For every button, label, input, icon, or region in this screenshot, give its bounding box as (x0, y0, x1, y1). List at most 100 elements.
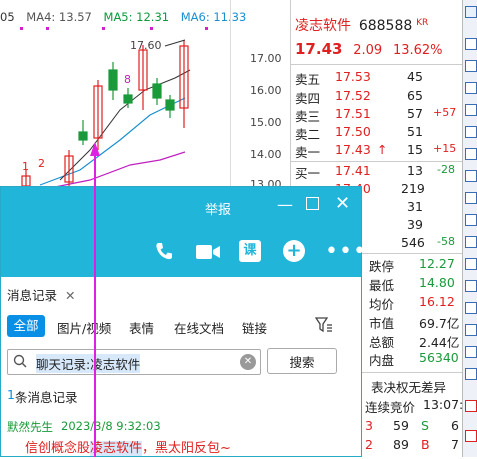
divider (291, 64, 463, 65)
ask-row[interactable]: 卖五 17.53 45 (295, 69, 461, 88)
y-axis-label: 16.00 (250, 84, 282, 97)
ask-volume: 45 (407, 69, 423, 84)
toolbar-icon[interactable] (465, 38, 477, 50)
ask-label: 卖一 (295, 145, 321, 160)
message-pre: 信创概念股 (25, 441, 91, 456)
window-title: 举报 (205, 203, 232, 218)
ask-price: 17.50 (335, 124, 371, 139)
filter-media[interactable]: 图片/视频 (57, 318, 111, 337)
video-icon[interactable] (195, 243, 221, 261)
stat-value: 12.27 (419, 256, 455, 271)
search-bar: 聊天记录:凌志软件 ✕ 搜索 (1, 345, 361, 381)
chat-history-window: 举报 — ✕ 课 + ••• 消息记录 ✕ 全部 图片/视频 表情 在线文档 链… (0, 186, 366, 459)
toolbar-icon[interactable] (465, 214, 477, 226)
candlestick-chart[interactable]: 05 MA4: 13.57 MA5: 12.31 MA6: 11.33 17.6… (0, 0, 290, 191)
ask-price: 17.52 (335, 88, 371, 103)
stat-label: 市值 (369, 316, 395, 331)
right-toolbar (462, 0, 477, 457)
ask-price: 17.51 (335, 106, 371, 121)
price-change: 2.09 (353, 43, 383, 58)
tick-cell: 3 (365, 418, 373, 433)
filter-icon[interactable] (314, 317, 333, 333)
toolbar-icon[interactable] (465, 346, 477, 358)
message-sender: 默然先生 (7, 420, 53, 434)
toolbar-icon[interactable] (465, 258, 477, 270)
bid-row[interactable]: 买一 17.41 13 -28 (295, 163, 461, 182)
toolbar-icon[interactable] (465, 192, 477, 204)
phone-icon[interactable] (153, 240, 175, 262)
filter-all[interactable]: 全部 (7, 315, 45, 337)
ask-row[interactable]: 卖三 17.51 57 +57 (295, 106, 461, 125)
bidding-status: 连续竞价 (365, 400, 416, 415)
ask-row[interactable]: 卖二 17.50 51 (295, 124, 461, 143)
count-label: 8 (124, 73, 131, 86)
y-axis-label: 14.00 (250, 148, 282, 161)
toolbar-icon[interactable] (465, 60, 477, 72)
toolbar-icon[interactable] (465, 368, 477, 380)
ask-label: 卖五 (295, 72, 321, 87)
current-price: 17.43 (295, 40, 343, 58)
tick-cell: 6 (451, 418, 459, 433)
up-arrow-icon: ↑ (377, 142, 388, 157)
divider (291, 161, 463, 162)
toolbar-icon[interactable] (465, 236, 477, 248)
filter-bar: 全部 图片/视频 表情 在线文档 链接 (1, 309, 361, 345)
tick-cell: 59 (393, 418, 409, 433)
records-label: 条消息记录 (15, 390, 78, 405)
filter-docs[interactable]: 在线文档 (174, 318, 224, 337)
toolbar-icon[interactable] (465, 302, 477, 314)
tab-label: 消息记录 (7, 288, 58, 303)
stat-value: 56340 (419, 350, 459, 365)
more-icon[interactable]: ••• (325, 239, 367, 264)
toolbar-icon[interactable] (465, 126, 477, 138)
course-icon[interactable]: 课 (239, 240, 261, 262)
market-badge: KR (416, 18, 429, 28)
ask-volume: 51 (407, 124, 423, 139)
price-pct: 13.62% (392, 43, 443, 58)
toolbar-icon[interactable] (465, 6, 477, 18)
stat-label: 内盘 (369, 353, 395, 368)
ask-price: 17.43 (335, 142, 371, 157)
stat-value: 69.7亿 (419, 316, 460, 331)
toolbar-icon[interactable] (465, 148, 477, 160)
search-icon (13, 354, 27, 368)
toolbar-icon[interactable] (465, 324, 477, 336)
close-button[interactable]: ✕ (335, 193, 350, 214)
toolbar-icon[interactable] (465, 104, 477, 116)
ask-label: 卖三 (295, 109, 321, 124)
stat-label: 总额 (369, 335, 395, 350)
ask-volume: 65 (407, 88, 423, 103)
close-icon[interactable]: ✕ (65, 288, 75, 303)
bid-change: -28 (437, 163, 455, 176)
message-item[interactable]: 默然先生 2023/3/8 9:32:03 信创概念股凌志软件，黑太阳反包~ (1, 409, 361, 459)
ask-row[interactable]: 卖四 17.52 65 (295, 88, 461, 107)
bid-label: 买一 (295, 166, 321, 181)
filter-links[interactable]: 链接 (242, 318, 267, 337)
ask-row[interactable]: 卖一 17.43 ↑ 15 +15 (295, 142, 461, 161)
message-highlight: 凌志软件 (90, 441, 143, 456)
search-field[interactable]: 聊天记录:凌志软件 ✕ (7, 349, 261, 375)
maximize-button[interactable] (306, 197, 319, 210)
bid-volume: 39 (407, 217, 423, 232)
tab-message-history[interactable]: 消息记录 ✕ (7, 285, 75, 304)
tab-bar: 消息记录 ✕ (1, 277, 361, 310)
add-icon[interactable]: + (283, 240, 305, 262)
ask-change: +15 (433, 142, 457, 155)
search-input[interactable]: 聊天记录:凌志软件 (36, 354, 141, 373)
toolbar-icon[interactable] (465, 430, 477, 442)
search-button[interactable]: 搜索 (267, 348, 337, 374)
toolbar-icon[interactable] (465, 280, 477, 292)
clear-icon[interactable]: ✕ (240, 354, 256, 370)
records-count: 1 (7, 387, 15, 402)
toolbar-icon[interactable] (465, 170, 477, 182)
stat-value: 2.44亿 (419, 335, 460, 350)
message-text: 信创概念股凌志软件，黑太阳反包~ (25, 437, 231, 456)
toolbar-icon[interactable] (465, 82, 477, 94)
message-timestamp: 2023/3/8 9:32:03 (61, 419, 161, 433)
minimize-button[interactable]: — (277, 195, 293, 214)
toolbar-icon[interactable] (465, 400, 477, 412)
tick-cell: S (421, 418, 429, 433)
bid-volume: 31 (407, 199, 423, 214)
bid-price: 17.41 (335, 163, 371, 178)
filter-emoji[interactable]: 表情 (129, 318, 154, 337)
